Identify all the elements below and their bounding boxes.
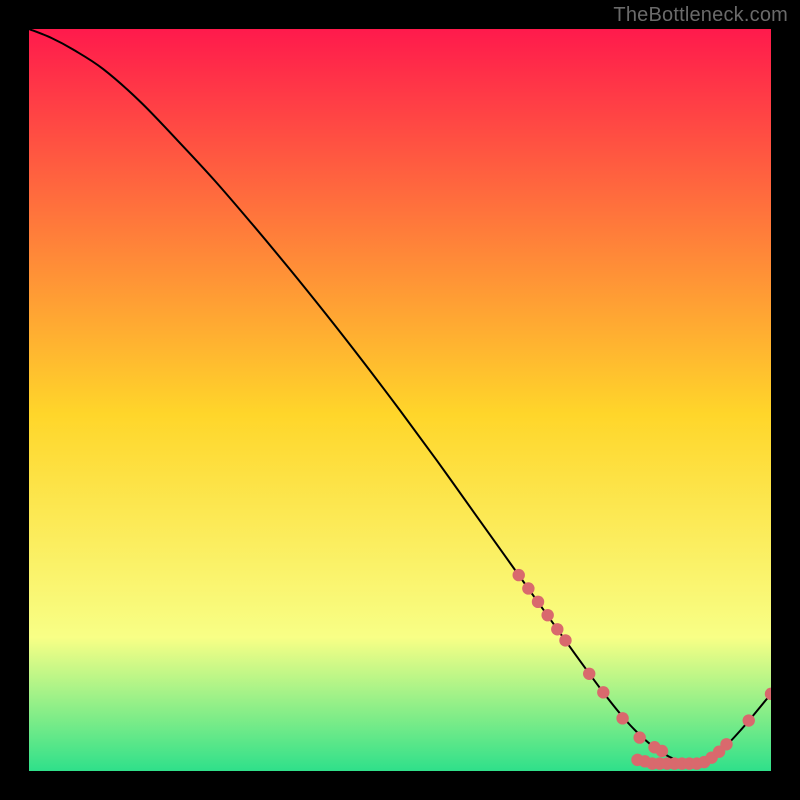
chart-stage: TheBottleneck.com	[0, 0, 800, 800]
data-point	[656, 745, 668, 757]
watermark-label: TheBottleneck.com	[613, 4, 788, 27]
data-point	[532, 596, 544, 608]
data-point	[597, 686, 609, 698]
data-point	[633, 731, 645, 743]
data-point	[559, 634, 571, 646]
data-point	[551, 623, 563, 635]
data-point	[541, 609, 553, 621]
data-point	[616, 712, 628, 724]
gradient-background	[29, 29, 771, 771]
chart-plot	[29, 29, 771, 771]
data-point	[513, 569, 525, 581]
data-point	[720, 738, 732, 750]
data-point	[522, 582, 534, 594]
data-point	[583, 668, 595, 680]
data-point	[743, 714, 755, 726]
